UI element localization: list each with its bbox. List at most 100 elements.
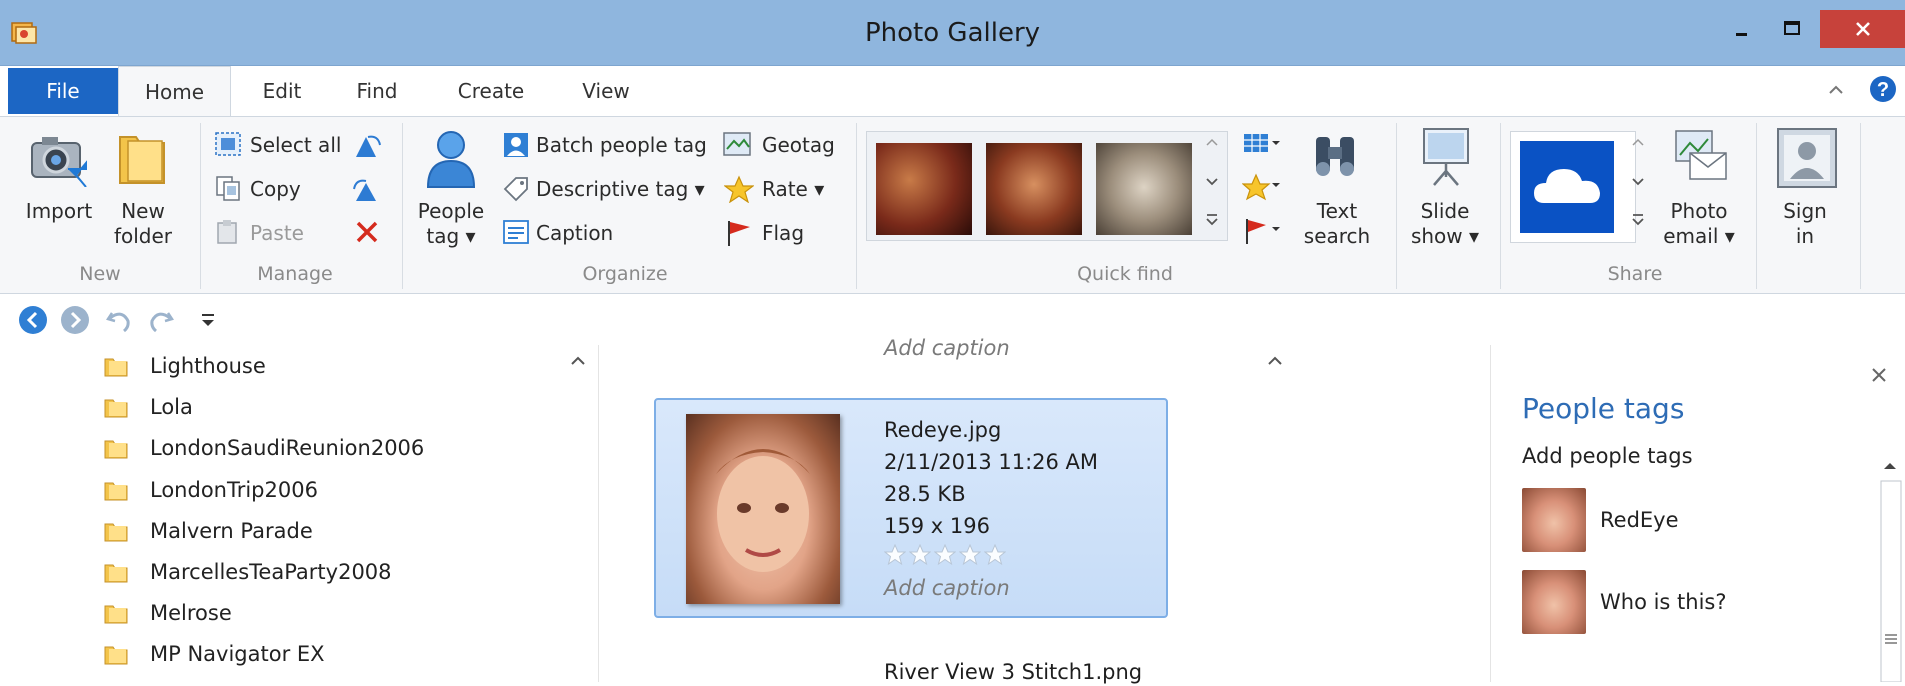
folder-tree-item[interactable]: MP Navigator EX — [104, 636, 325, 672]
group-label-organize: Organize — [582, 263, 668, 285]
pane-scrollbar[interactable] — [1875, 405, 1905, 683]
gallery-scroll-up-button[interactable] — [1265, 351, 1285, 375]
rate-button[interactable]: Rate ▾ — [762, 177, 824, 201]
tab-view[interactable]: View — [577, 66, 635, 116]
geotag-icon — [722, 131, 752, 161]
slide-show-button[interactable] — [1418, 125, 1474, 193]
group-separator — [200, 123, 201, 289]
view-options-button[interactable] — [1242, 131, 1282, 161]
folder-name: MP Navigator EX — [150, 642, 325, 667]
previous-photo-caption[interactable]: Add caption — [884, 336, 1010, 360]
rating-star-icon[interactable] — [959, 544, 981, 566]
window-title: Photo Gallery — [864, 18, 1041, 48]
batch-people-tag-icon — [502, 131, 530, 163]
sign-in-label: Sign in — [1783, 199, 1827, 248]
batch-people-tag-button[interactable]: Batch people tag — [536, 133, 707, 157]
help-icon: ? — [1870, 76, 1896, 102]
folder-name: Melrose — [150, 601, 232, 626]
avatar — [1522, 570, 1586, 634]
descriptive-tag-button[interactable]: Descriptive tag ▾ — [536, 177, 705, 201]
folder-icon — [104, 520, 128, 542]
redo-button[interactable] — [146, 305, 176, 339]
quick-find-thumbnail[interactable] — [1096, 143, 1192, 235]
customize-dropdown-icon — [202, 314, 214, 326]
gallery-scroll-up[interactable] — [1202, 135, 1222, 243]
minimize-button[interactable] — [1718, 10, 1766, 48]
folder-tree-item[interactable]: MarcellesTeaParty2008 — [104, 554, 392, 590]
customize-toolbar-button[interactable] — [198, 311, 218, 335]
import-label: Import — [25, 199, 93, 223]
paste-button[interactable]: Paste — [250, 221, 304, 245]
tab-home[interactable]: Home — [118, 66, 231, 117]
rotate-right-button[interactable] — [352, 175, 382, 207]
maximize-button[interactable] — [1768, 10, 1816, 48]
folder-icon — [104, 479, 128, 501]
folder-tree-item[interactable]: Lighthouse — [104, 348, 266, 384]
chevron-up-icon — [1829, 85, 1843, 94]
tab-edit[interactable]: Edit — [258, 66, 306, 116]
close-pane-button[interactable] — [1869, 365, 1889, 389]
copy-button[interactable]: Copy — [250, 177, 301, 201]
chevron-up-icon — [571, 356, 585, 365]
tab-create[interactable]: Create — [456, 66, 526, 116]
flag-button[interactable]: Flag — [762, 221, 804, 245]
people-tag-button[interactable] — [424, 125, 478, 193]
people-tag-label: People tag ▾ — [417, 199, 485, 248]
add-people-tags-link[interactable]: Add people tags — [1522, 444, 1693, 468]
quick-find-thumbnail[interactable] — [876, 143, 972, 235]
folder-icon — [104, 561, 128, 583]
forward-arrow-icon — [61, 306, 89, 334]
rating-star-icon[interactable] — [934, 544, 956, 566]
flag-filter-button[interactable] — [1242, 217, 1282, 249]
caption-button[interactable]: Caption — [536, 221, 613, 245]
quick-find-thumbnail[interactable] — [986, 143, 1082, 235]
help-button[interactable]: ? — [1868, 74, 1898, 108]
photo-thumbnail[interactable] — [686, 414, 840, 604]
people-tag-item[interactable]: RedEye — [1522, 488, 1679, 552]
share-gallery-scroll[interactable] — [1628, 135, 1648, 243]
face-photo-image — [716, 449, 810, 572]
folder-tree-item[interactable]: LondonSaudiReunion2006 — [104, 430, 424, 466]
close-button[interactable] — [1820, 10, 1905, 48]
title-bar: Photo Gallery — [0, 0, 1905, 66]
sign-in-button[interactable] — [1776, 127, 1838, 193]
rotate-left-button[interactable] — [352, 131, 382, 163]
rating-star-icon[interactable] — [984, 544, 1006, 566]
back-button[interactable] — [18, 305, 48, 339]
undo-button[interactable] — [104, 305, 134, 339]
folder-tree-item[interactable]: Malvern Parade — [104, 513, 313, 549]
rating-filter-button[interactable] — [1241, 173, 1282, 205]
text-search-button[interactable] — [1310, 129, 1360, 183]
photo-rating[interactable] — [884, 544, 1006, 566]
forward-button[interactable] — [60, 305, 90, 339]
people-tag-name: Who is this? — [1600, 590, 1727, 614]
select-all-button[interactable]: Select all — [250, 133, 341, 157]
caption-icon — [502, 219, 530, 249]
folder-icon — [104, 437, 128, 459]
tree-scroll-up-button[interactable] — [568, 351, 588, 375]
minimize-ribbon-button[interactable] — [1826, 80, 1846, 104]
projector-screen-icon — [1423, 128, 1469, 186]
new-folder-button[interactable] — [114, 127, 170, 193]
photo-caption[interactable]: Add caption — [884, 576, 1010, 600]
tab-find[interactable]: Find — [352, 66, 402, 116]
import-button[interactable] — [28, 131, 90, 191]
folder-tree-item[interactable]: Lola — [104, 389, 193, 425]
grid-view-icon — [1244, 134, 1280, 152]
onedrive-share-button[interactable] — [1520, 141, 1614, 233]
camera-import-icon — [31, 137, 87, 188]
folder-tree-item[interactable]: LondonTrip2006 — [104, 472, 318, 508]
photo-email-button[interactable] — [1670, 127, 1730, 191]
account-icon — [1777, 128, 1837, 188]
photo-email-icon — [1675, 130, 1727, 180]
delete-button[interactable] — [354, 219, 380, 249]
tab-file[interactable]: File — [8, 68, 118, 114]
rating-star-icon[interactable] — [884, 544, 906, 566]
geotag-button[interactable]: Geotag — [762, 133, 835, 157]
rating-star-icon[interactable] — [909, 544, 931, 566]
close-icon — [1872, 368, 1886, 382]
descriptive-tag-icon — [502, 175, 530, 207]
folder-tree-item[interactable]: Melrose — [104, 595, 232, 631]
people-tag-item[interactable]: Who is this? — [1522, 570, 1727, 634]
flag-icon — [724, 219, 754, 251]
